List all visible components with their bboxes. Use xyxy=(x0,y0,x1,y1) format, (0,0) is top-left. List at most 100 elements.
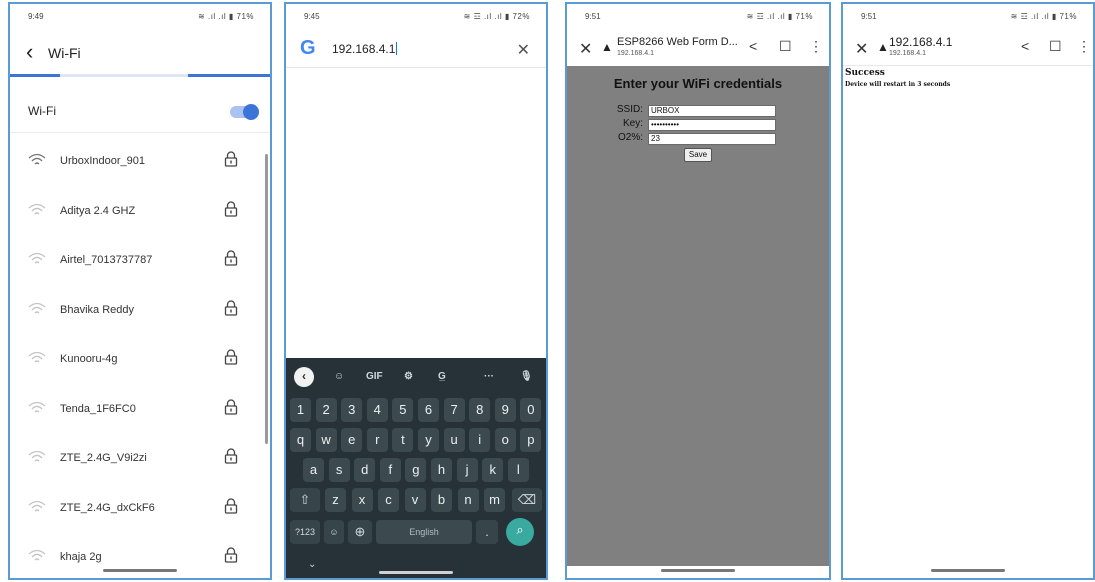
key-b[interactable]: b xyxy=(431,488,452,512)
network-list-item[interactable]: ZTE_2.4G_dxCkF6 xyxy=(10,483,270,533)
key-a[interactable]: a xyxy=(303,458,324,482)
collapse-toolbar-icon[interactable]: ‹ xyxy=(294,367,314,387)
key-x[interactable]: x xyxy=(351,488,373,512)
browser-toolbar: ✕ ▲ 192.168.4.1 192.168.4.1 < ☐ ⋮ xyxy=(843,30,1093,66)
shift-key[interactable]: ⇧ xyxy=(290,488,320,512)
key-4[interactable]: 4 xyxy=(366,398,388,422)
gesture-nav-bar[interactable] xyxy=(931,569,1005,572)
gesture-nav-bar[interactable] xyxy=(379,571,453,574)
bookmark-icon[interactable]: ☐ xyxy=(1049,38,1062,55)
lock-icon xyxy=(224,448,238,464)
network-name: ZTE_2.4G_dxCkF6 xyxy=(60,501,155,514)
network-list-item[interactable]: Aditya 2.4 GHZ xyxy=(10,186,270,236)
key-9[interactable]: 9 xyxy=(494,398,516,422)
key-1[interactable]: 1 xyxy=(290,398,311,422)
period-key[interactable]: . xyxy=(476,520,498,544)
hide-keyboard-icon[interactable]: ⌄ xyxy=(308,559,316,570)
network-list-item[interactable]: Airtel_7013737787 xyxy=(10,235,270,285)
key-w[interactable]: w xyxy=(315,428,337,452)
key-j[interactable]: j xyxy=(456,458,478,482)
lock-icon xyxy=(224,349,238,365)
translate-icon[interactable]: G̲ xyxy=(438,371,446,382)
lock-icon xyxy=(224,151,238,167)
network-name: Kunooru-4g xyxy=(60,353,118,365)
onscreen-keyboard: ‹ ☺ GIF ⚙ G̲ ··· 🎙 1234567890 qwertyuiop… xyxy=(286,358,546,578)
network-list-item[interactable]: khaja 2g xyxy=(10,532,270,578)
key-3[interactable]: 3 xyxy=(341,398,363,422)
key-m[interactable]: m xyxy=(484,488,505,512)
key-l[interactable]: l xyxy=(507,458,529,482)
menu-icon[interactable]: ⋮ xyxy=(809,38,823,55)
key-u[interactable]: u xyxy=(443,428,465,452)
key-y[interactable]: y xyxy=(418,428,439,452)
network-list-item[interactable]: Bhavika Reddy xyxy=(10,285,270,335)
key-i[interactable]: i xyxy=(469,428,491,452)
wifi-toggle-row[interactable]: Wi-Fi xyxy=(10,98,270,126)
gesture-nav-bar[interactable] xyxy=(661,569,735,572)
o2-field[interactable]: 23 xyxy=(648,133,776,145)
key-0[interactable]: 0 xyxy=(520,398,542,422)
key-8[interactable]: 8 xyxy=(469,398,491,422)
network-list-item[interactable]: UrboxIndoor_901 xyxy=(10,136,270,186)
key-z[interactable]: z xyxy=(325,488,346,512)
save-button[interactable]: Save xyxy=(684,148,712,162)
wifi-toggle-switch[interactable] xyxy=(230,104,259,120)
emoji-key[interactable]: ☺ xyxy=(324,520,344,544)
space-key[interactable]: English xyxy=(376,520,472,544)
back-arrow-icon[interactable]: ‹ xyxy=(26,41,33,63)
wifi-signal-icon xyxy=(28,500,46,514)
key-label: Key: xyxy=(622,118,643,129)
backspace-key[interactable]: ⌫ xyxy=(512,488,542,512)
network-list-item[interactable]: Tenda_1F6FC0 xyxy=(10,384,270,434)
key-n[interactable]: n xyxy=(457,488,479,512)
share-icon[interactable]: < xyxy=(749,38,757,54)
key-h[interactable]: h xyxy=(431,458,452,482)
bookmark-icon[interactable]: ☐ xyxy=(779,38,792,55)
gif-button[interactable]: GIF xyxy=(366,371,383,382)
url-input[interactable]: 192.168.4.1 xyxy=(332,42,398,56)
key-r[interactable]: r xyxy=(366,428,388,452)
key-t[interactable]: t xyxy=(392,428,414,452)
key-2[interactable]: 2 xyxy=(315,398,337,422)
close-tab-icon[interactable]: ✕ xyxy=(579,39,592,59)
network-list-item[interactable]: ZTE_2.4G_V9i2zi xyxy=(10,433,270,483)
key-7[interactable]: 7 xyxy=(443,398,465,422)
share-icon[interactable]: < xyxy=(1021,38,1029,54)
warning-icon[interactable]: ▲ xyxy=(877,40,889,54)
key-c[interactable]: c xyxy=(378,488,399,512)
key-6[interactable]: 6 xyxy=(418,398,439,422)
key-field[interactable]: •••••••••• xyxy=(648,119,776,131)
web-form-page: Enter your WiFi credentials SSID: URBOX … xyxy=(567,66,829,566)
key-q[interactable]: q xyxy=(290,428,311,452)
settings-gear-icon[interactable]: ⚙ xyxy=(404,371,413,382)
key-s[interactable]: s xyxy=(328,458,350,482)
menu-icon[interactable]: ⋮ xyxy=(1077,38,1091,55)
key-p[interactable]: p xyxy=(520,428,542,452)
key-e[interactable]: e xyxy=(341,428,363,452)
keyboard-toolbar: ‹ ☺ GIF ⚙ G̲ ··· 🎙 xyxy=(286,364,546,388)
microphone-icon[interactable]: 🎙 xyxy=(520,371,533,382)
key-o[interactable]: o xyxy=(494,428,516,452)
more-options-icon[interactable]: ··· xyxy=(484,371,494,382)
search-enter-key[interactable]: ⌕ xyxy=(506,518,534,546)
gesture-nav-bar[interactable] xyxy=(103,569,177,572)
sticker-icon[interactable]: ☺ xyxy=(334,371,344,382)
url-bar[interactable]: G 192.168.4.1 ✕ xyxy=(286,30,546,68)
key-k[interactable]: k xyxy=(482,458,504,482)
network-list-item[interactable]: Kunooru-4g xyxy=(10,334,270,384)
scrollbar[interactable] xyxy=(265,154,268,444)
success-screen: 9:51 ≋ ☲ .ıl .ıl ▮ 71% ✕ ▲ 192.168.4.1 1… xyxy=(841,2,1095,580)
key-5[interactable]: 5 xyxy=(392,398,414,422)
symbols-key[interactable]: ?123 xyxy=(290,520,320,544)
key-g[interactable]: g xyxy=(405,458,427,482)
ssid-field[interactable]: URBOX xyxy=(648,105,776,117)
clear-url-icon[interactable]: ✕ xyxy=(517,40,530,60)
network-name: Tenda_1F6FC0 xyxy=(60,402,136,415)
warning-icon[interactable]: ▲ xyxy=(601,40,613,54)
close-tab-icon[interactable]: ✕ xyxy=(855,39,868,59)
function-row: ?123 ☺ ⊕ English . ⌕ xyxy=(290,518,542,546)
key-f[interactable]: f xyxy=(379,458,401,482)
key-v[interactable]: v xyxy=(404,488,426,512)
key-d[interactable]: d xyxy=(354,458,376,482)
globe-icon[interactable]: ⊕ xyxy=(348,520,372,544)
